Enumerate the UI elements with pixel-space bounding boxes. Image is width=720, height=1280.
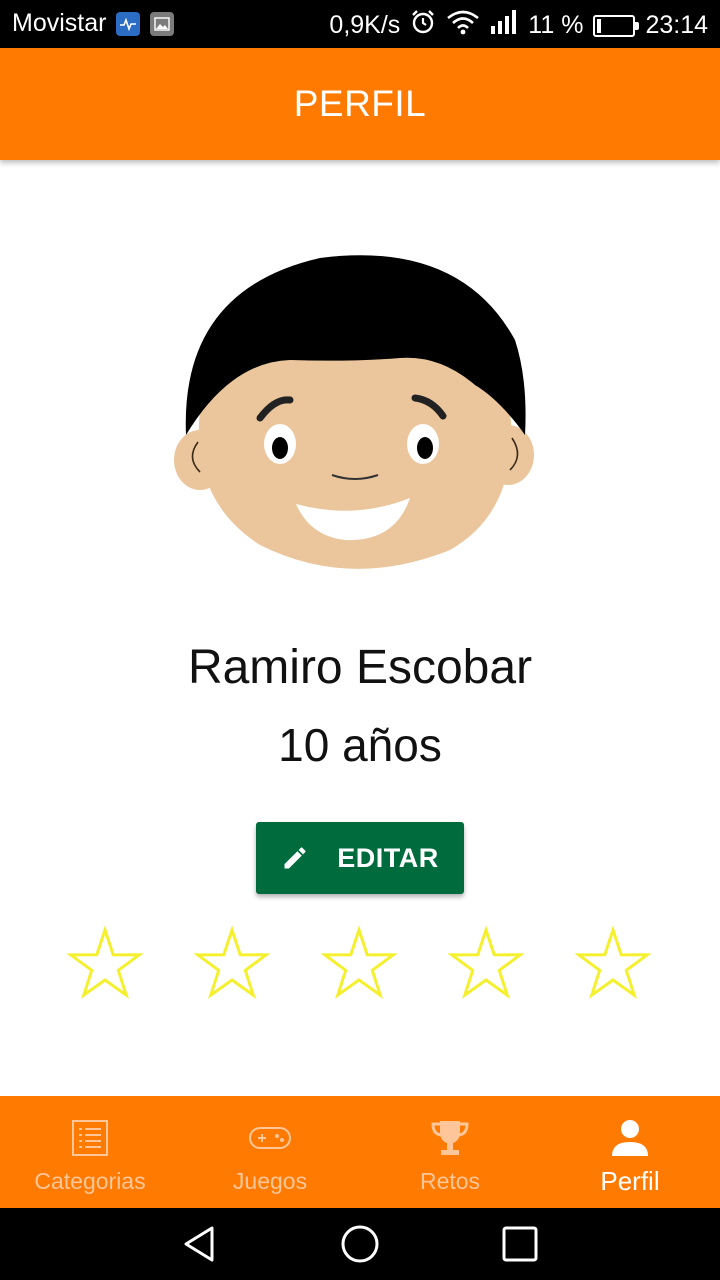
- nav-item-retos[interactable]: Retos: [360, 1096, 540, 1208]
- signal-icon: [490, 9, 518, 42]
- battery-icon: [593, 14, 640, 37]
- nav-item-juegos[interactable]: Juegos: [180, 1096, 360, 1208]
- carrier-name: Movistar: [12, 9, 107, 37]
- nav-item-perfil[interactable]: Perfil: [540, 1096, 720, 1208]
- star-icon[interactable]: [573, 924, 653, 1004]
- edit-button[interactable]: EDITAR: [256, 822, 464, 894]
- status-left: Movistar: [12, 9, 175, 38]
- gallery-notification-icon: [150, 11, 175, 36]
- status-bar: Movistar 0,9K/s 11 % 23:14: [0, 0, 720, 48]
- system-nav-bar: [0, 1208, 720, 1280]
- edit-button-label: EDITAR: [337, 842, 439, 873]
- gamepad-icon: [248, 1116, 292, 1160]
- trophy-icon: [428, 1116, 472, 1160]
- app-bar: PERFIL: [0, 48, 720, 160]
- clock: 23:14: [645, 11, 708, 39]
- bottom-nav: Categorias Juegos Retos Perfil: [0, 1096, 720, 1208]
- nav-label-juegos: Juegos: [232, 1168, 308, 1194]
- profile-age: 10 años: [278, 719, 442, 771]
- star-icon[interactable]: [192, 924, 272, 1004]
- home-icon[interactable]: [340, 1224, 380, 1264]
- star-icon[interactable]: [65, 924, 145, 1004]
- net-speed: 0,9K/s: [329, 11, 401, 39]
- nav-label-perfil: Perfil: [600, 1166, 660, 1196]
- nav-label-retos: Retos: [419, 1168, 481, 1194]
- page-title: PERFIL: [293, 83, 427, 124]
- star-icon[interactable]: [446, 924, 526, 1004]
- star-rating: [0, 924, 720, 1004]
- avatar: [170, 250, 540, 580]
- nav-item-categorias[interactable]: Categorias: [0, 1096, 180, 1208]
- pencil-icon: [281, 844, 309, 872]
- health-notification-icon: [116, 11, 141, 36]
- wifi-icon: [446, 9, 480, 42]
- battery-percent: 11 %: [528, 11, 584, 39]
- star-icon[interactable]: [319, 924, 399, 1004]
- list-icon: [68, 1116, 112, 1160]
- battery-level: [597, 18, 602, 33]
- recents-icon[interactable]: [500, 1224, 540, 1264]
- back-icon[interactable]: [180, 1224, 220, 1264]
- nav-label-categorias: Categorias: [34, 1168, 146, 1194]
- profile-name: Ramiro Escobar: [187, 641, 533, 694]
- status-right: 0,9K/s 11 % 23:14: [329, 9, 708, 42]
- alarm-icon: [410, 9, 436, 42]
- person-icon: [608, 1116, 652, 1160]
